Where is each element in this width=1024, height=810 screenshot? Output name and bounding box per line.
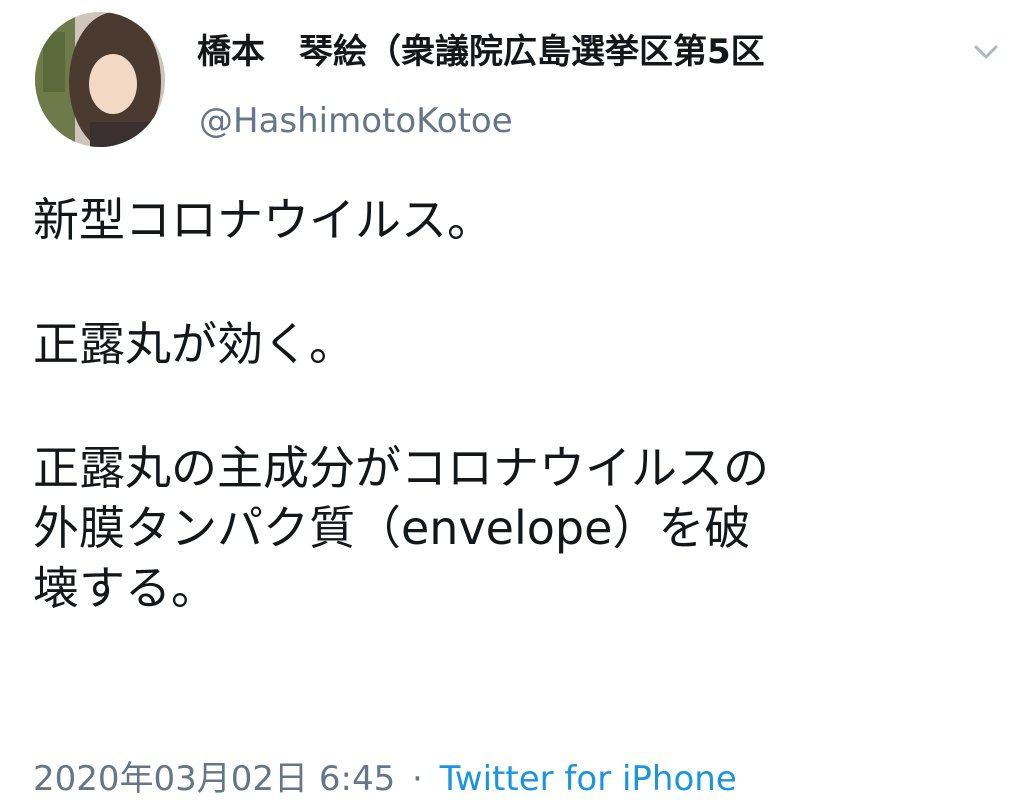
tweet-line: 新型コロナウイルス。 (33, 193, 493, 247)
tweet-line: 壊する。 (33, 561, 217, 615)
tweet-line: 正露丸が効く。 (33, 317, 355, 371)
chevron-down-icon (974, 45, 998, 59)
tweet-paragraph: 新型コロナウイルス。 (33, 190, 993, 250)
profile-photo (35, 12, 165, 147)
user-handle[interactable]: @HashimotoKotoe (199, 99, 513, 143)
avatar[interactable] (35, 12, 165, 147)
timestamp[interactable]: 2020年03月02日 6:45 (33, 759, 395, 799)
tweet-paragraph: 正露丸が効く。 (33, 314, 993, 374)
tweet-line: 外膜タンパク質（envelope）を破 (33, 501, 751, 555)
tweet-meta: 2020年03月02日 6:45 · Twitter for iPhone (33, 757, 737, 801)
meta-separator: · (412, 759, 423, 799)
more-options-button[interactable] (968, 38, 1004, 66)
source-link[interactable]: Twitter for iPhone (440, 759, 737, 799)
tweet-text: 新型コロナウイルス。 正露丸が効く。 正露丸の主成分がコロナウイルスの 外膜タン… (33, 190, 993, 618)
tweet-paragraph: 正露丸の主成分がコロナウイルスの 外膜タンパク質（envelope）を破 壊する… (33, 438, 993, 618)
tweet-card: 橋本 琴絵（衆議院広島選挙区第5区 @HashimotoKotoe 新型コロナウ… (0, 0, 1024, 810)
tweet-line: 正露丸の主成分がコロナウイルスの (33, 441, 769, 495)
display-name[interactable]: 橋本 琴絵（衆議院広島選挙区第5区 (197, 30, 765, 74)
